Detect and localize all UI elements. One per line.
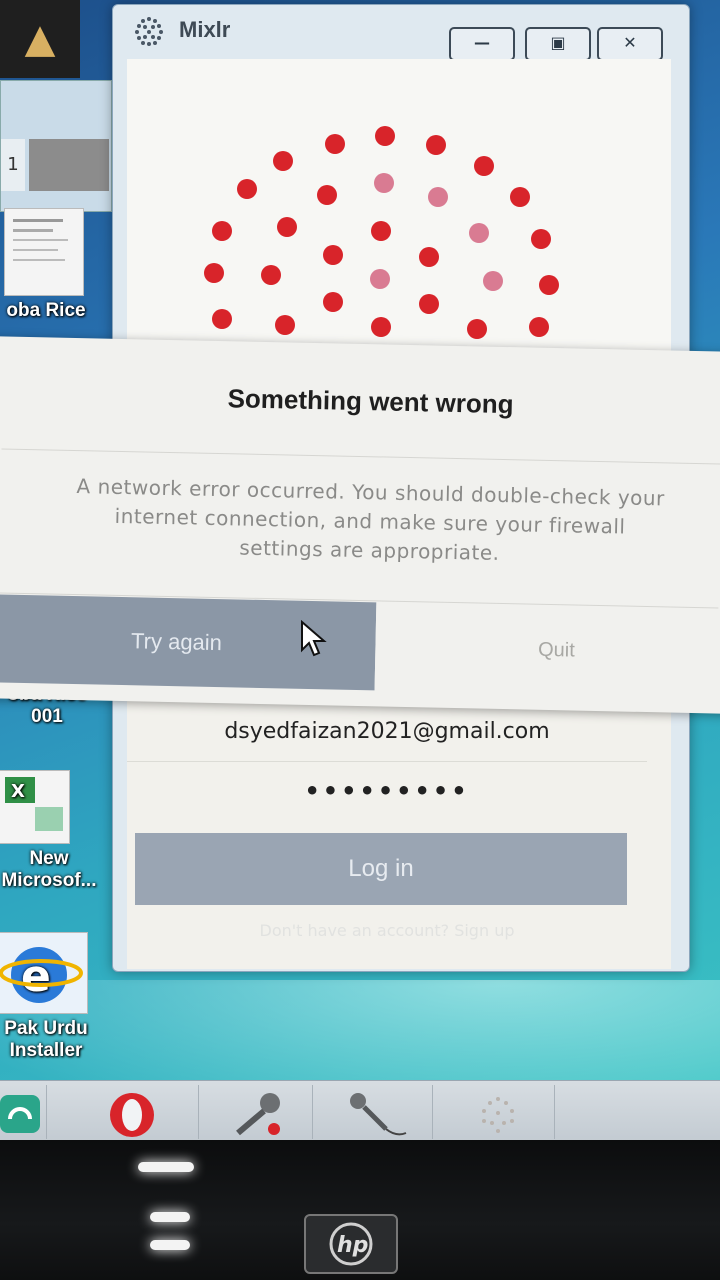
desktop-logo-icon[interactable]: ▲ (0, 0, 80, 78)
desktop-icon-oba-rice[interactable]: oba Rice (0, 208, 100, 322)
dialog-message: A network error occurred. You should dou… (76, 474, 666, 565)
desktop: ▲ 1 oba Rice oba Rice 001 X New (0, 0, 720, 1140)
login-form: dsyedfaizan2021@gmail.com ••••••••• Log … (127, 699, 671, 969)
microphone-cable-icon (350, 1093, 407, 1136)
document-thumbnail-icon (4, 208, 84, 296)
logo-dot (539, 275, 559, 295)
background-window-tab-active[interactable] (29, 139, 109, 191)
logo-dot (375, 126, 395, 146)
logo-dot (510, 187, 530, 207)
logo-dot (374, 173, 394, 193)
logo-dot (325, 134, 345, 154)
desktop-icon-label: Pak Urdu Installer (4, 1018, 88, 1061)
opera-icon (110, 1093, 154, 1137)
title-bar[interactable]: Mixlr — ▣ ✕ (113, 5, 689, 61)
desktop-icon-label: New Microsof... (1, 848, 97, 891)
background-window-tab[interactable]: 1 (1, 139, 25, 191)
microphone-icon (236, 1093, 280, 1136)
svg-text:e: e (21, 951, 51, 1002)
logo-dot (531, 229, 551, 249)
logo-dot (212, 221, 232, 241)
desktop-icon-label: oba Rice (6, 300, 86, 321)
logo-dot (529, 317, 549, 337)
taskbar (0, 1080, 720, 1140)
password-field[interactable]: ••••••••• (127, 777, 647, 805)
logo-dot (277, 217, 297, 237)
screen-glare (150, 1212, 190, 1222)
desktop-icon-pak-urdu-installer[interactable]: e Pak Urdu Installer (0, 932, 102, 1062)
mixlr-logo-icon (135, 17, 163, 46)
logo-dot (371, 221, 391, 241)
dialog-title: Something went wrong (227, 383, 514, 420)
taskbar-item-mixlr[interactable] (442, 1085, 555, 1139)
desktop-icon-new-microsoft[interactable]: X New Microsof... (0, 770, 104, 892)
internet-explorer-icon: e (0, 932, 88, 1014)
background-window[interactable]: 1 (0, 80, 112, 212)
divider (1, 448, 720, 465)
hp-logo-icon: hp (304, 1214, 398, 1274)
divider (127, 761, 647, 762)
taskbar-item-opera[interactable] (86, 1085, 199, 1139)
logo-dot (317, 185, 337, 205)
logo-dot (237, 179, 257, 199)
logo-dot (273, 151, 293, 171)
screen-glare (138, 1162, 194, 1172)
taskbar-item-app-green[interactable] (0, 1085, 47, 1139)
screen-glare (150, 1240, 190, 1250)
logo-dot (371, 317, 391, 337)
mixlr-icon (482, 1097, 514, 1133)
minimize-button[interactable]: — (449, 27, 515, 61)
login-button[interactable]: Log in (135, 833, 627, 905)
quit-button[interactable]: Quit (374, 602, 720, 698)
error-dialog: Something went wrong A network error occ… (0, 336, 720, 714)
excel-file-icon: X (0, 770, 70, 844)
svg-text:hp: hp (337, 1233, 368, 1258)
logo-dot (419, 247, 439, 267)
maximize-button[interactable]: ▣ (525, 27, 591, 61)
logo-dot (474, 156, 494, 176)
logo-dot (428, 187, 448, 207)
taskbar-item-microphone-cable[interactable] (320, 1085, 433, 1139)
logo-dot (483, 271, 503, 291)
taskbar-item-microphone[interactable] (200, 1085, 313, 1139)
signup-link[interactable]: Don't have an account? Sign up (207, 921, 567, 940)
email-field[interactable]: dsyedfaizan2021@gmail.com (127, 719, 647, 744)
logo-dot (370, 269, 390, 289)
logo-dot (426, 135, 446, 155)
window-title: Mixlr (179, 17, 231, 42)
close-button[interactable]: ✕ (597, 27, 663, 61)
logo-dot (261, 265, 281, 285)
app-green-icon (0, 1095, 40, 1133)
logo-dot (275, 315, 295, 335)
logo-dot (467, 319, 487, 339)
logo-dot (469, 223, 489, 243)
svg-text:X: X (11, 781, 25, 802)
logo-dot (323, 245, 343, 265)
logo-dot (204, 263, 224, 283)
logo-dot (323, 292, 343, 312)
mixlr-dot-logo-icon (204, 126, 559, 339)
mouse-cursor-icon (301, 620, 327, 657)
logo-dot (419, 294, 439, 314)
logo-dot (212, 309, 232, 329)
